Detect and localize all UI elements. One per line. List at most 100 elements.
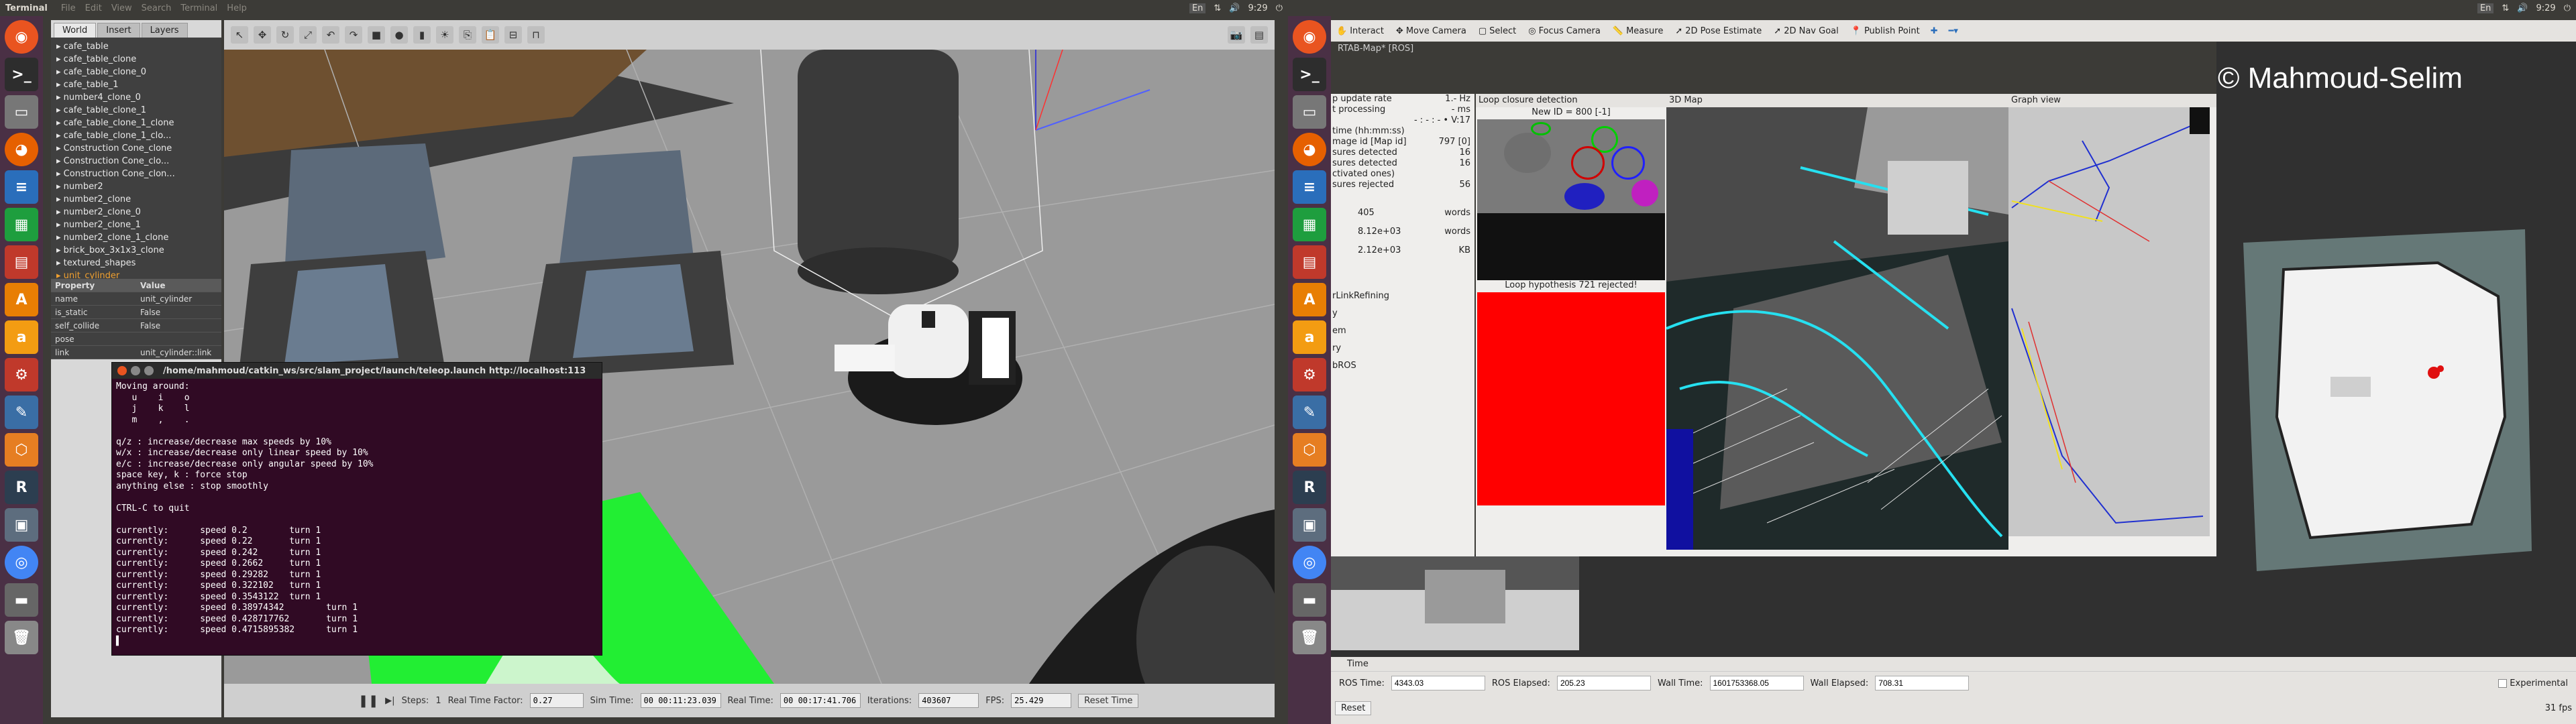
expand-arrow-icon[interactable]: ▸ (56, 258, 64, 268)
property-row[interactable]: pose (51, 333, 221, 346)
rviz-icon[interactable]: R (1293, 471, 1326, 504)
redo-icon[interactable]: ↷ (345, 26, 362, 44)
tree-item[interactable]: ▸ brick_box_3x1x3_clone (56, 244, 221, 257)
property-row[interactable]: link unit_cylinder::link (51, 346, 221, 359)
paste-icon[interactable]: 📋 (482, 26, 499, 44)
expand-arrow-icon[interactable]: ▸ (56, 80, 64, 90)
reset-button[interactable]: Reset (1335, 701, 1372, 715)
menu-item[interactable]: Search (142, 3, 172, 13)
expand-arrow-icon[interactable]: ▸ (56, 220, 64, 230)
screenshot-icon[interactable]: 📷 (1228, 26, 1245, 44)
snap-icon[interactable]: ⊓ (527, 26, 545, 44)
amazon-icon[interactable]: a (1293, 320, 1326, 354)
expand-arrow-icon[interactable]: ▸ (56, 42, 64, 52)
pause-icon[interactable]: ❚❚ (358, 694, 378, 708)
select-mode-icon[interactable]: ↖ (231, 26, 248, 44)
tool-interact[interactable]: ✋ Interact (1336, 26, 1384, 36)
minimize-icon[interactable] (131, 366, 140, 375)
tool-measure[interactable]: 📏 Measure (1613, 26, 1663, 36)
world-tree[interactable]: ▸ cafe_table ▸ cafe_table_clone ▸ cafe_tab… (51, 38, 221, 279)
volume-icon[interactable]: 🔊 (1229, 3, 1240, 13)
param-item[interactable]: bROS (1331, 357, 1474, 374)
tree-item[interactable]: ▸ number2_clone_0 (56, 206, 221, 219)
cylinder-icon[interactable]: ▮ (413, 26, 431, 44)
trash-icon[interactable]: 🗑 (5, 621, 38, 654)
tree-item[interactable]: ▸ cafe_table_clone_1 (56, 104, 221, 117)
tree-item[interactable]: ▸ number2_clone (56, 193, 221, 206)
param-item[interactable]: rLinkRefining (1331, 287, 1474, 304)
box-icon[interactable]: ■ (368, 26, 385, 44)
align-icon[interactable]: ⊟ (504, 26, 522, 44)
steps-value[interactable]: 1 (435, 696, 441, 706)
chrome-icon[interactable]: ◎ (1293, 546, 1326, 579)
impress-icon[interactable]: ▤ (5, 245, 38, 279)
add-tool-icon[interactable]: ✚ (1931, 26, 1938, 36)
firefox-icon[interactable]: ◕ (5, 133, 38, 166)
undo-icon[interactable]: ↶ (322, 26, 339, 44)
expand-arrow-icon[interactable]: ▸ (56, 169, 64, 179)
terminal-icon[interactable]: >_ (1293, 58, 1326, 91)
calc-icon[interactable]: ▦ (5, 208, 38, 241)
volume-icon[interactable]: 🔊 (2517, 3, 2528, 13)
tree-item[interactable]: ▸ number2_clone_1_clone (56, 231, 221, 244)
amazon-icon[interactable]: a (5, 320, 38, 354)
tool-2d-pose-estimate[interactable]: ➚ 2D Pose Estimate (1675, 26, 1762, 36)
menu-item[interactable]: Edit (85, 3, 102, 13)
text-editor-icon[interactable]: ✎ (1293, 396, 1326, 429)
tool-select[interactable]: ▢ Select (1479, 26, 1516, 36)
tree-item[interactable]: ▸ cafe_table_1 (56, 78, 221, 91)
property-row[interactable]: name unit_cylinder (51, 292, 221, 306)
tree-item[interactable]: ▸ cafe_table_clone_1_clo... (56, 129, 221, 142)
record-icon[interactable]: ▤ (1250, 26, 1268, 44)
power-icon[interactable]: ⏻ (1276, 3, 1283, 13)
step-icon[interactable]: ▶| (385, 696, 394, 706)
firefox-icon[interactable]: ◕ (1293, 133, 1326, 166)
experimental-checkbox[interactable] (2498, 678, 2508, 688)
clock[interactable]: 9:29 (1248, 3, 1268, 13)
map3d-view[interactable] (1666, 107, 2008, 550)
graph-view[interactable] (2008, 107, 2216, 550)
tree-item[interactable]: ▸ unit_cylinder (56, 269, 221, 279)
expand-arrow-icon[interactable]: ▸ (56, 105, 64, 115)
light-icon[interactable]: ☀ (436, 26, 453, 44)
tab-layers[interactable]: Layers (141, 23, 188, 38)
qt-icon[interactable]: ▣ (1293, 508, 1326, 542)
tree-item[interactable]: ▸ Construction Cone_clone (56, 142, 221, 155)
ubuntu-dash-icon[interactable]: ◉ (1293, 20, 1326, 54)
tool-move-camera[interactable]: ✥ Move Camera (1396, 26, 1466, 36)
tree-item[interactable]: ▸ cafe_table_clone_1_clone (56, 117, 221, 129)
qt-icon[interactable]: ▣ (5, 508, 38, 542)
tree-item[interactable]: ▸ number2 (56, 180, 221, 193)
chrome-icon[interactable]: ◎ (5, 546, 38, 579)
network-icon[interactable]: ⇅ (2502, 3, 2509, 13)
tree-item[interactable]: ▸ cafe_table_clone (56, 53, 221, 66)
sphere-icon[interactable]: ● (390, 26, 408, 44)
gazebo-icon[interactable]: ⬡ (5, 433, 38, 467)
menubar[interactable]: File Edit View Search Terminal Help (61, 3, 247, 13)
menu-item[interactable]: View (111, 3, 132, 13)
expand-arrow-icon[interactable]: ▸ (56, 143, 64, 154)
rviz-icon[interactable]: R (5, 471, 38, 504)
files-icon[interactable]: ▭ (5, 95, 38, 129)
expand-arrow-icon[interactable]: ▸ (56, 67, 64, 77)
impress-icon[interactable]: ▤ (1293, 245, 1326, 279)
tool-focus-camera[interactable]: ◎ Focus Camera (1528, 26, 1601, 36)
expand-arrow-icon[interactable]: ▸ (56, 245, 64, 255)
property-row[interactable]: self_collide False (51, 319, 221, 333)
close-icon[interactable] (117, 366, 127, 375)
rviz-map-view[interactable]: © Mahmoud-Selim (2216, 42, 2576, 657)
settings-icon[interactable]: ⚙ (1293, 358, 1326, 391)
disk-icon[interactable]: ▬ (1293, 583, 1326, 617)
expand-arrow-icon[interactable]: ▸ (56, 271, 64, 279)
property-row[interactable]: is_static False (51, 306, 221, 319)
expand-arrow-icon[interactable]: ▸ (56, 182, 64, 192)
software-center-icon[interactable]: A (5, 283, 38, 316)
gazebo-icon[interactable]: ⬡ (1293, 433, 1326, 467)
scale-icon[interactable]: ⤢ (299, 26, 317, 44)
translate-icon[interactable]: ✥ (254, 26, 271, 44)
expand-arrow-icon[interactable]: ▸ (56, 207, 64, 217)
tree-item[interactable]: ▸ number2_clone_1 (56, 219, 221, 231)
power-icon[interactable]: ⏻ (2564, 3, 2571, 13)
software-center-icon[interactable]: A (1293, 283, 1326, 316)
param-item[interactable]: y (1331, 304, 1474, 322)
